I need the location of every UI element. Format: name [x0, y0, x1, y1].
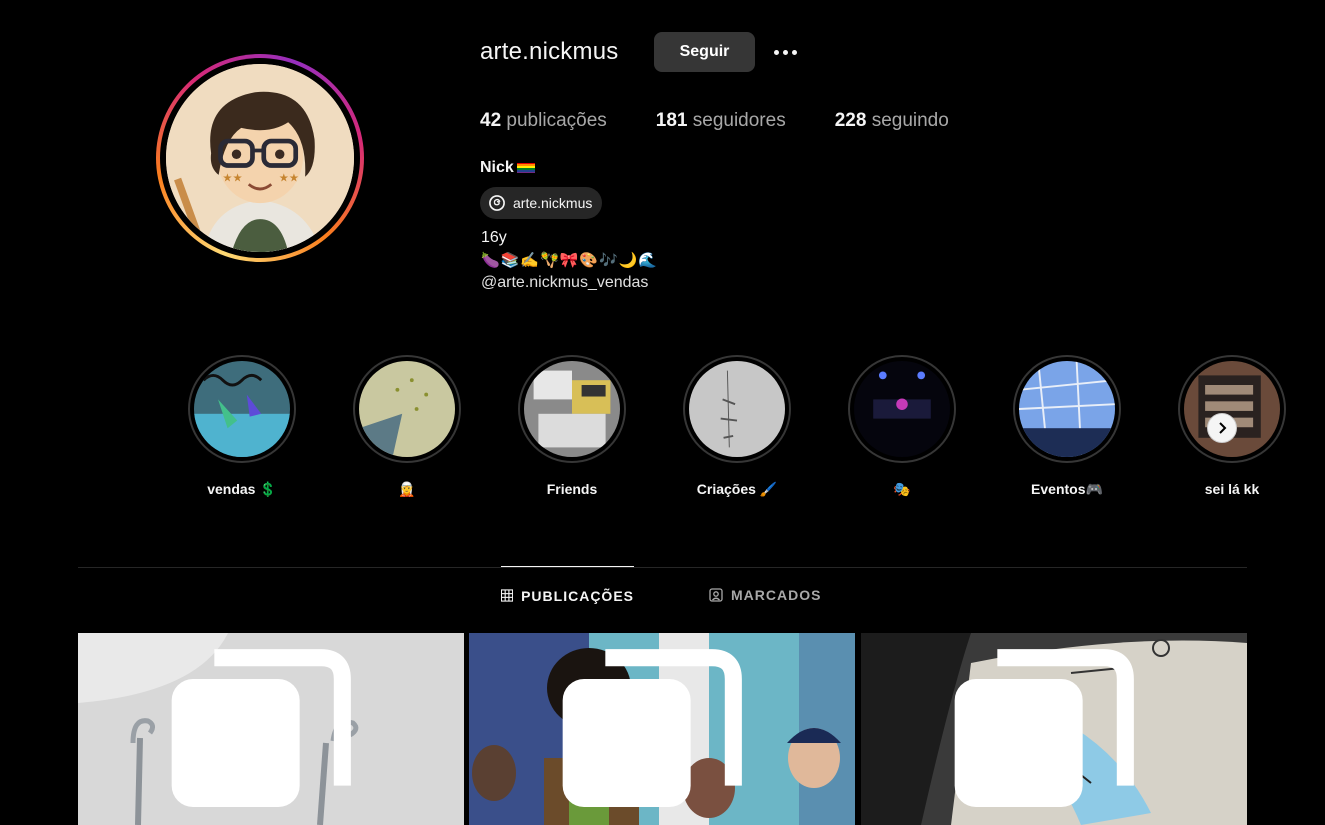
bio-mention-link[interactable]: @arte.nickmus_vendas	[481, 274, 648, 292]
multiple-photos-icon	[954, 649, 1134, 807]
highlight-cover	[854, 361, 950, 457]
profile-stats: 42 publicações 181 seguidores 228 seguin…	[480, 110, 998, 132]
tabs-divider	[78, 567, 1247, 568]
highlight-label: vendas 💲	[207, 481, 277, 497]
highlight-cover	[194, 361, 290, 457]
highlight-item[interactable]: 🧝	[353, 355, 518, 498]
highlight-cover	[1184, 361, 1280, 457]
following-label: seguindo	[871, 110, 949, 131]
post-thumbnail[interactable]	[78, 633, 464, 825]
tab-tagged[interactable]: MARCADOS	[709, 566, 821, 624]
highlight-label: 🧝	[398, 481, 416, 497]
tagged-user-icon	[709, 588, 723, 602]
post-thumbnail[interactable]	[469, 633, 855, 825]
highlight-label: Eventos🎮	[1031, 481, 1103, 497]
highlight-item[interactable]: vendas 💲	[188, 355, 353, 498]
highlight-label: 🎭	[893, 481, 911, 497]
highlight-label: Criações 🖌️	[696, 481, 778, 497]
highlight-item[interactable]: Friends	[518, 355, 683, 498]
story-highlights: vendas 💲 🧝 Friends Criações 🖌️ 🎭 Eventos…	[131, 355, 1325, 498]
highlight-cover	[524, 361, 620, 457]
more-options-icon[interactable]	[768, 38, 802, 66]
multiple-photos-icon	[171, 649, 351, 807]
followers-count: 181	[655, 110, 688, 131]
following-stat[interactable]: 228 seguindo	[835, 110, 949, 132]
svg-text:★★: ★★	[222, 173, 242, 185]
highlight-item[interactable]: Criações 🖌️	[683, 355, 848, 498]
highlight-cover	[689, 361, 785, 457]
svg-text:★★: ★★	[279, 173, 299, 185]
display-name-text: Nick	[480, 159, 514, 176]
chevron-right-icon[interactable]	[1207, 413, 1237, 443]
bio-emojis: 🍆📚✍️🪇🎀🎨🎶🌙🌊	[481, 252, 659, 269]
profile-username: arte.nickmus	[480, 38, 619, 65]
posts-count: 42	[480, 110, 502, 131]
follow-button[interactable]: Seguir	[654, 32, 755, 72]
grid-icon	[501, 589, 514, 602]
highlight-item[interactable]: Eventos🎮	[1013, 355, 1178, 498]
rainbow-flag-icon	[516, 162, 535, 174]
posts-stat: 42 publicações	[480, 110, 607, 132]
tab-posts-label: PUBLICAÇÕES	[521, 587, 634, 604]
threads-link[interactable]: arte.nickmus	[480, 187, 603, 219]
profile-page: ★★ ★★ arte.nickmus Seguir 42 publicações…	[0, 0, 1325, 825]
avatar[interactable]: ★★ ★★	[166, 64, 354, 252]
display-name: Nick	[480, 159, 535, 177]
bio-line: 16y	[481, 229, 507, 246]
threads-icon	[489, 195, 505, 211]
followers-stat[interactable]: 181 seguidores	[656, 110, 786, 132]
highlight-cover	[359, 361, 455, 457]
following-count: 228	[834, 110, 867, 131]
tab-posts[interactable]: PUBLICAÇÕES	[501, 566, 634, 624]
tab-tagged-label: MARCADOS	[731, 587, 822, 603]
post-thumbnail[interactable]	[861, 633, 1247, 825]
avatar-story-ring[interactable]: ★★ ★★	[156, 54, 364, 262]
threads-handle: arte.nickmus	[513, 195, 593, 211]
followers-label: seguidores	[692, 110, 786, 131]
posts-label: publicações	[506, 110, 607, 131]
highlight-cover	[1019, 361, 1115, 457]
highlight-item[interactable]: 🎭	[848, 355, 1013, 498]
highlight-label: Friends	[546, 481, 598, 497]
highlight-label: sei lá kk	[1204, 481, 1260, 497]
multiple-photos-icon	[562, 649, 742, 807]
highlight-item[interactable]: sei lá kk	[1178, 355, 1325, 498]
